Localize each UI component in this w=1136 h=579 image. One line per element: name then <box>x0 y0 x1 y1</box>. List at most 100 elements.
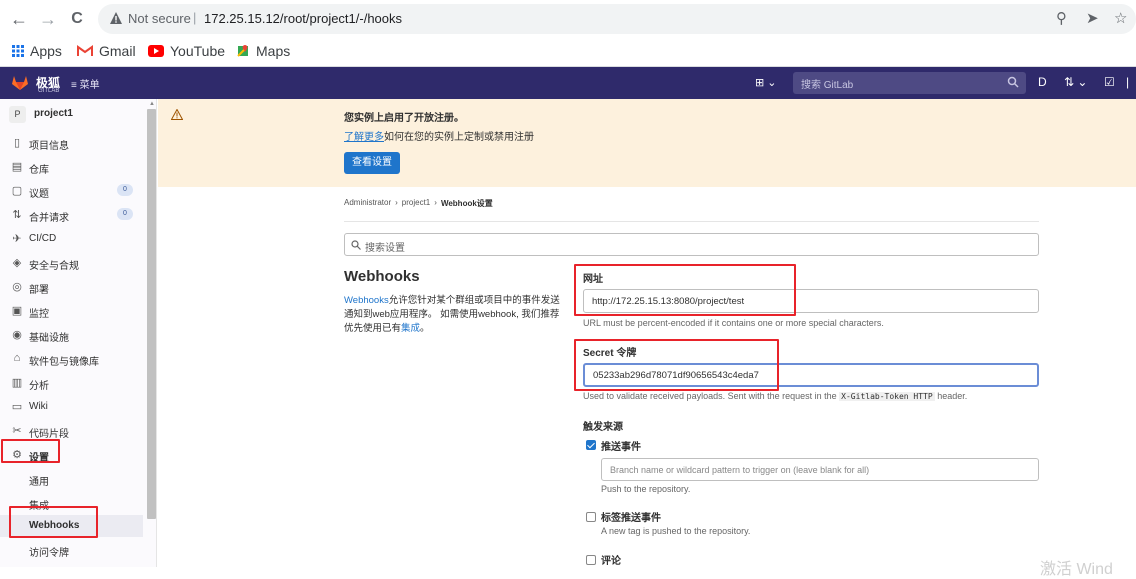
trigger-label: 触发来源 <box>583 422 623 433</box>
bookmark-label: Gmail <box>99 43 136 59</box>
brand-sub: GITLAB <box>38 88 60 94</box>
scroll-up-arrow[interactable]: ▲ <box>149 101 155 107</box>
highlight-url <box>574 264 796 316</box>
bookmark-star-icon[interactable]: ☆ <box>1114 9 1127 27</box>
package-icon: ⌂ <box>13 352 21 364</box>
warning-triangle-icon <box>110 12 122 24</box>
secret-help-code: X-Gitlab-Token HTTP <box>839 392 935 401</box>
menu-button[interactable]: ≡ 菜单 <box>71 76 100 91</box>
forward-button[interactable]: → <box>37 8 59 30</box>
sidebar-item-label: 软件包与镜像库 <box>29 357 99 368</box>
bookmark-label: Maps <box>256 43 291 59</box>
tag-push-label: 标签推送事件 <box>601 513 661 524</box>
address-bar[interactable]: Not secure | 172.25.15.12/root/project1/… <box>98 4 1136 34</box>
integrations-link[interactable]: 集成 <box>401 323 420 334</box>
branch-filter-input[interactable]: Branch name or wildcard pattern to trigg… <box>601 458 1039 481</box>
breadcrumb: Administrator › project1 › Webhook设置 <box>344 198 493 209</box>
browser-toolbar: ← → C Not secure | 172.25.15.12/root/pro… <box>0 0 1136 38</box>
zoom-icon[interactable]: ⚲ <box>1056 9 1067 27</box>
project-avatar[interactable]: P <box>9 106 26 123</box>
gitlab-header: 极狐 GITLAB ≡ 菜单 ⊞ ⌄ 搜索 GitLab D ⇅ ⌄ ☑ | <box>0 67 1136 99</box>
sidebar-item-monitor[interactable]: ▣ 监控 <box>0 300 143 322</box>
reload-button[interactable]: C <box>66 8 88 30</box>
sidebar-item-label: 合并请求 <box>29 213 69 224</box>
merge-request-icon[interactable]: ⇅ ⌄ <box>1064 75 1087 89</box>
sidebar-subitem-label: 通用 <box>29 477 49 488</box>
settings-search-input[interactable]: 搜索设置 <box>344 233 1039 256</box>
webhooks-doc-link[interactable]: Webhooks <box>344 295 389 306</box>
sidebar-item-cicd[interactable]: ✈ CI/CD <box>0 228 143 250</box>
breadcrumb-item[interactable]: project1 <box>402 198 430 209</box>
url-help: URL must be percent-encoded if it contai… <box>583 318 884 328</box>
sidebar-item-label: 基础设施 <box>29 333 69 344</box>
bookmark-gmail[interactable]: Gmail <box>77 43 136 59</box>
sidebar-item-label: CI/CD <box>29 233 57 244</box>
breadcrumb-separator: › <box>395 198 398 207</box>
sidebar-item-label: 议题 <box>29 189 49 200</box>
breadcrumb-item[interactable]: Administrator <box>344 198 391 209</box>
comments-label: 评论 <box>601 556 621 567</box>
new-dropdown-icon[interactable]: ⊞ ⌄ <box>755 76 777 89</box>
gmail-icon <box>77 45 93 56</box>
count-badge: 0 <box>117 208 133 220</box>
secret-help-text-2: header. <box>937 391 968 401</box>
sidebar-scrollbar[interactable] <box>147 109 156 519</box>
sidebar-subitem-access-tokens[interactable]: 访问令牌 <box>0 539 143 561</box>
push-events-checkbox[interactable] <box>586 440 596 450</box>
sidebar-subitem-general[interactable]: 通用 <box>0 468 143 490</box>
sidebar-item-label: 监控 <box>29 309 49 320</box>
bookmark-label: Apps <box>30 43 62 59</box>
tag-push-help: A new tag is pushed to the repository. <box>601 526 751 536</box>
sidebar-item-repository[interactable]: ▤ 仓库 <box>0 156 143 178</box>
share-icon[interactable]: ➤ <box>1086 9 1099 27</box>
webhooks-desc-end: 。 <box>420 323 430 334</box>
bookmark-youtube[interactable]: YouTube <box>148 43 225 59</box>
shield-icon: ◈ <box>12 257 22 269</box>
issues-icon[interactable]: D <box>1038 75 1047 89</box>
bookmarks-bar: Apps Gmail YouTube Maps <box>0 38 1136 67</box>
youtube-icon <box>148 45 164 57</box>
tag-push-checkbox[interactable] <box>586 512 596 522</box>
webhooks-description: Webhooks允许您针对某个群组或项目中的事件发送通知到web应用程序。 如需… <box>344 294 562 336</box>
monitor-icon: ▣ <box>11 305 23 317</box>
learn-more-link[interactable]: 了解更多 <box>344 128 384 143</box>
maps-icon <box>237 45 248 57</box>
sidebar-item-infrastructure[interactable]: ◉ 基础设施 <box>0 324 143 346</box>
sidebar-item-label: 部署 <box>29 285 49 296</box>
registration-banner: 您实例上启用了开放注册。 了解更多 如何在您的实例上定制或禁用注册 查看设置 <box>158 99 1136 187</box>
sidebar-item-deployments[interactable]: ◎ 部署 <box>0 276 143 298</box>
sidebar-item-wiki[interactable]: ▭ Wiki <box>0 396 143 418</box>
sidebar-item-security[interactable]: ◈ 安全与合规 <box>0 252 143 274</box>
search-icon <box>351 240 361 250</box>
webhooks-title: Webhooks <box>344 268 420 285</box>
sidebar-item-merge-requests[interactable]: ⇅ 合并请求 0 <box>0 204 143 226</box>
activation-watermark: 激活 Wind <box>1040 561 1113 578</box>
sidebar: P project1 ▯ 项目信息 ▤ 仓库 ▢ 议题 0 ⇅ 合并请求 0 ✈ CI/CD … <box>0 99 157 567</box>
project-name[interactable]: project1 <box>34 108 73 119</box>
bookmark-apps[interactable]: Apps <box>12 43 62 59</box>
sidebar-item-project-info[interactable]: ▯ 项目信息 <box>0 132 143 154</box>
todo-icon[interactable]: ☑ <box>1104 75 1115 89</box>
sidebar-item-packages[interactable]: ⌂ 软件包与镜像库 <box>0 348 143 370</box>
secret-help-text: Used to validate received payloads. Sent… <box>583 391 837 401</box>
sidebar-item-issues[interactable]: ▢ 议题 0 <box>0 180 143 202</box>
view-settings-button[interactable]: 查看设置 <box>344 152 400 174</box>
comments-checkbox[interactable] <box>586 555 596 565</box>
info-icon: ▯ <box>13 137 21 149</box>
repository-icon: ▤ <box>11 161 23 173</box>
divider <box>344 221 1039 222</box>
search-input[interactable]: 搜索 GitLab <box>793 72 1026 94</box>
push-events-help: Push to the repository. <box>601 484 691 494</box>
sidebar-item-analytics[interactable]: ▥ 分析 <box>0 372 143 394</box>
count-badge: 0 <box>117 184 133 196</box>
settings-search-placeholder: 搜索设置 <box>365 243 405 254</box>
rocket-icon: ✈ <box>12 233 22 245</box>
highlight-secret <box>574 339 779 391</box>
bookmark-maps[interactable]: Maps <box>236 43 290 59</box>
back-button[interactable]: ← <box>8 8 30 30</box>
branch-filter-placeholder: Branch name or wildcard pattern to trigg… <box>610 465 870 475</box>
help-icon[interactable]: | <box>1126 75 1129 89</box>
gitlab-logo-icon[interactable] <box>11 74 29 91</box>
url-text[interactable]: 172.25.15.12/root/project1/-/hooks <box>204 11 402 26</box>
deploy-icon: ◎ <box>12 281 22 293</box>
